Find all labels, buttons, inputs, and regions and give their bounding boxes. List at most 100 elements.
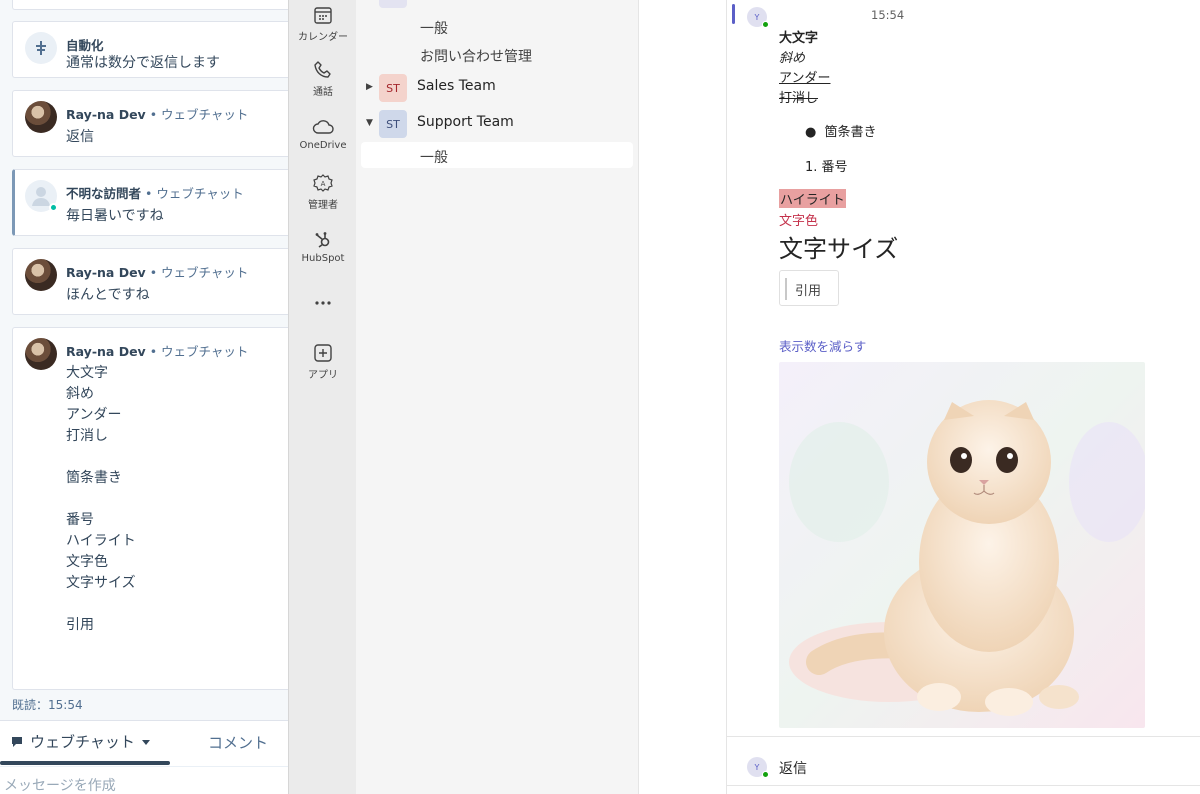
rail-apps[interactable]: アプリ — [289, 343, 357, 381]
message-line: 文字サイズ — [66, 575, 136, 591]
teams-list: 一般 お問い合わせ管理 ▶ ST Sales Team ▼ ST Support… — [356, 0, 638, 794]
tab-webchat[interactable]: ウェブチャット — [10, 731, 151, 752]
cloud-icon — [312, 120, 334, 134]
more-icon — [315, 301, 331, 305]
message-line: アンダー — [66, 407, 122, 423]
team-avatar: ST — [379, 110, 407, 138]
chat-bubble-icon — [12, 736, 22, 747]
composer-placeholder: メッセージを作成 — [4, 778, 116, 794]
tab-comment[interactable]: コメント — [208, 732, 268, 753]
add-app-icon — [314, 344, 332, 362]
text-italic: 斜め — [779, 51, 806, 66]
rail-admin[interactable]: A 管理者 — [289, 173, 357, 211]
channel-selected-bg — [361, 142, 633, 168]
caret-down-icon — [141, 739, 150, 745]
sender-name: Ray-na Dev • ウェブチャット — [66, 265, 249, 280]
rail-hubspot[interactable]: HubSpot — [289, 230, 357, 264]
quote-text: 引用 — [795, 284, 822, 299]
online-status-icon — [762, 21, 769, 28]
composer-tabs: ウェブチャット コメント — [0, 720, 288, 766]
message-body: 大文字 斜め アンダー 打消し 箇条書き 番号 ハイライト 文字色 文字サイズ … — [66, 363, 136, 636]
channel-inquiry[interactable]: お問い合わせ管理 — [420, 46, 532, 66]
text-underline: アンダー — [779, 71, 831, 86]
message-card-selected[interactable]: 不明な訪問者 • ウェブチャット 毎日暑いですね — [12, 169, 288, 236]
rail-label: 管理者 — [308, 200, 338, 211]
quote-bar — [785, 278, 787, 300]
message-preview: 毎日暑いですね — [66, 208, 164, 224]
channel-general[interactable]: 一般 — [420, 18, 448, 38]
message-line — [66, 489, 136, 510]
message-card-automation[interactable]: 自動化 通常は数分で返信します — [12, 21, 288, 78]
reply-bar[interactable]: Y 返信 — [727, 736, 1200, 786]
text-large: 文字サイズ — [779, 235, 899, 263]
number-prefix: 1. — [805, 160, 818, 175]
rail-label: 通話 — [313, 87, 333, 98]
message-line — [66, 594, 136, 615]
numbered-item: 1. 番号 — [805, 156, 848, 175]
app-rail: カレンダー 通話 OneDrive A 管理者 HubSpot アプリ — [288, 0, 356, 794]
bullet-text: 箇条書き — [824, 125, 877, 140]
phone-icon — [314, 61, 331, 78]
rail-label: HubSpot — [301, 253, 345, 264]
message-preview: 通常は数分で返信します — [66, 55, 220, 71]
quote-block: 引用 — [779, 270, 839, 306]
calendar-icon — [314, 7, 332, 24]
text-bold: 大文字 — [779, 31, 819, 46]
message-preview: ほんとですね — [66, 287, 150, 303]
text-highlight: ハイライト — [779, 189, 846, 208]
message-accent-bar — [732, 4, 735, 24]
online-status-icon — [762, 771, 769, 778]
channel-support-general[interactable]: 一般 — [420, 147, 448, 167]
rail-label: アプリ — [308, 370, 338, 381]
message-card[interactable]: Ray-na Dev • ウェブチャット 返信 — [12, 90, 288, 157]
avatar-initial: Y — [754, 12, 760, 22]
message-line: 箇条書き — [66, 470, 122, 486]
automation-icon — [25, 32, 57, 64]
sender-name: Ray-na Dev • ウェブチャット — [66, 344, 249, 359]
sender-name: Ray-na Dev • ウェブチャット — [66, 107, 249, 122]
active-tab-indicator — [0, 761, 170, 765]
caret-right-icon: ▶ — [366, 82, 373, 92]
message-card[interactable]: Ray-na Dev • ウェブチャット 大文字 斜め アンダー 打消し 箇条書… — [12, 327, 288, 690]
rail-label: カレンダー — [298, 32, 348, 43]
message-line: 文字色 — [66, 554, 108, 570]
cat-image[interactable] — [779, 362, 1145, 728]
message-line: 大文字 — [66, 365, 108, 381]
numbered-text: 番号 — [821, 160, 848, 175]
text-strikethrough: 打消し — [779, 91, 819, 106]
team-sales[interactable]: ▶ ST Sales Team — [356, 69, 638, 105]
bullet-icon: ● — [805, 125, 817, 140]
rail-label: OneDrive — [299, 140, 347, 151]
previous-card[interactable] — [12, 0, 288, 10]
team-avatar — [379, 0, 407, 8]
text-colored: 文字色 — [779, 214, 819, 229]
message-line: 引用 — [66, 617, 94, 633]
message-line — [66, 447, 136, 468]
message-composer[interactable]: メッセージを作成 — [0, 766, 288, 794]
message-line: 斜め — [66, 386, 94, 402]
sender-name: 不明な訪問者 • ウェブチャット — [66, 186, 244, 201]
rail-more[interactable] — [289, 293, 357, 313]
message-card[interactable]: Ray-na Dev • ウェブチャット ほんとですね — [12, 248, 288, 315]
avatar — [25, 338, 57, 370]
read-status: 既読：15:54 — [12, 698, 83, 712]
team-name: Sales Team — [417, 78, 496, 94]
rail-onedrive[interactable]: OneDrive — [289, 117, 357, 151]
team-name: Support Team — [417, 114, 514, 130]
message-time: 15:54 — [871, 8, 905, 22]
avatar-initial: Y — [754, 762, 760, 772]
online-status-icon — [49, 203, 58, 212]
message-preview: 返信 — [66, 129, 94, 145]
show-less-link[interactable]: 表示数を減らす — [779, 336, 866, 355]
bullet-item: ● 箇条書き — [805, 121, 877, 140]
spacer — [638, 0, 726, 794]
tab-webchat-label: ウェブチャット — [30, 733, 135, 751]
message-line: 打消し — [66, 428, 108, 444]
team-support[interactable]: ▼ ST Support Team — [356, 105, 638, 141]
rail-calendar[interactable]: カレンダー — [289, 5, 357, 43]
message-line: ハイライト — [66, 533, 136, 549]
reply-button[interactable]: 返信 — [779, 758, 807, 778]
admin-icon: A — [313, 174, 333, 192]
rail-calls[interactable]: 通話 — [289, 60, 357, 98]
avatar — [25, 259, 57, 291]
